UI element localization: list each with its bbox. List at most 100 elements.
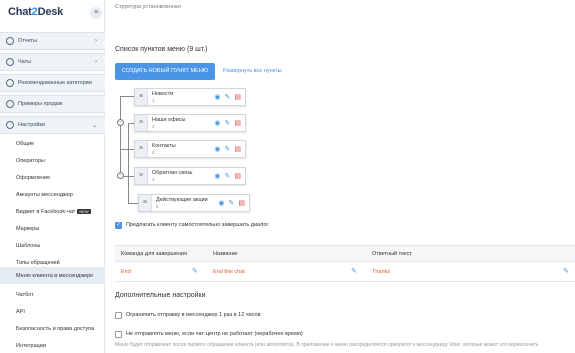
sidebar-item-api[interactable]: API [0, 303, 105, 320]
menu-item-name: Наши офисы [152, 116, 186, 123]
nav-group-label: Отчеты [18, 38, 38, 44]
menu-item-card[interactable]: ≡ Контакты 4 ◉ ✎ ▤ [134, 140, 246, 158]
sidebar-item-general[interactable]: Общие [0, 135, 105, 152]
menu-item-name: Контакты [152, 142, 176, 149]
tree-connector [128, 203, 138, 204]
menu-item-name: Новости [152, 90, 174, 97]
sidebar: Chat2Desk ≡ Отчеты › Чаты › Рекомендован… [0, 0, 105, 353]
sidebar-item-facebook-widget[interactable]: Виджет в Facebook-чат NEW [0, 203, 105, 220]
pencil-icon[interactable]: ✎ [225, 119, 231, 127]
column-header-name: Название [213, 251, 238, 257]
chevron-right-icon: › [95, 59, 97, 65]
sidebar-item-tags[interactable]: Маркеры [0, 220, 105, 237]
chart-icon [6, 100, 14, 108]
sidebar-item-integrations[interactable]: Интеграции [0, 337, 105, 353]
collapse-sidebar-button[interactable]: ≡ [90, 7, 102, 19]
suggest-end-dialog-label: Предлагать клиенту самостоятельно заверш… [126, 222, 269, 228]
cell-command: End [121, 269, 131, 275]
sidebar-item-client-menu[interactable]: Меню клиента в мессенджере [0, 267, 105, 284]
eye-icon[interactable]: ◉ [214, 93, 220, 101]
eye-icon[interactable]: ◉ [214, 119, 220, 127]
no-send-offhours-label: Не отправлять меню, если чат-центр не ра… [126, 331, 303, 337]
tree-connector [120, 149, 134, 150]
expand-all-link[interactable]: Развернуть все пункты [223, 68, 282, 74]
nav-group-chats[interactable]: Чаты › [0, 53, 105, 71]
pencil-icon[interactable]: ✎ [351, 267, 357, 275]
trash-icon[interactable]: ▤ [234, 93, 241, 101]
tree-connector [128, 123, 129, 203]
breadcrumb: Структура установленная [115, 4, 181, 10]
nav-group-label: Настройки [18, 122, 45, 128]
sidebar-item-appearance[interactable]: Оформление [0, 169, 105, 186]
nav-group-label: Рекомендованные категории [18, 80, 92, 86]
column-header-command: Команда для завершения [121, 251, 187, 257]
limit-send-checkbox[interactable] [115, 312, 122, 319]
tree-toggle-icon[interactable]: − [117, 172, 124, 179]
help-text: Меню будет отправлено после первого обра… [115, 342, 539, 348]
table-row: End ✎ End this chat ✎ Thanks ✎ [115, 262, 575, 282]
gear-icon [6, 121, 14, 129]
pencil-icon[interactable]: ✎ [225, 93, 231, 101]
column-header-reply: Ответный текст [372, 251, 412, 257]
sidebar-item-operators[interactable]: Операторы [0, 152, 105, 169]
eye-icon[interactable]: ◉ [214, 145, 220, 153]
drag-handle-icon[interactable]: ≡ [135, 141, 148, 157]
trash-icon[interactable]: ▤ [234, 172, 241, 180]
nav-group-label: Чаты [18, 59, 32, 65]
limit-send-label: Ограничить отправку в мессенджер 1 раз в… [126, 312, 261, 318]
star-icon [6, 79, 14, 87]
sidebar-item-templates[interactable]: Шаблоны [0, 237, 105, 254]
trash-icon[interactable]: ▤ [234, 119, 241, 127]
nav-group-label: Примеры продаж [18, 101, 63, 107]
clock-icon [6, 37, 14, 45]
no-send-offhours-checkbox[interactable] [115, 331, 122, 338]
tree-connector [120, 96, 134, 97]
app-window: Chat2Desk ≡ Отчеты › Чаты › Рекомендован… [0, 0, 575, 353]
menu-item-number: 4 [152, 176, 155, 182]
trash-icon[interactable]: ▤ [234, 145, 241, 153]
menu-item-number: 5 [156, 203, 159, 209]
commands-table-header: Команда для завершения Название Ответный… [115, 245, 575, 262]
drag-handle-icon[interactable]: ≡ [135, 168, 148, 184]
menu-item-number: 1 [152, 97, 155, 103]
tree-toggle-icon[interactable]: − [117, 119, 124, 126]
suggest-end-dialog-checkbox[interactable]: ✓ [115, 222, 122, 229]
extra-settings-title: Дополнительные настройки [115, 292, 206, 299]
sidebar-item-security[interactable]: Безопасность и права доступа [0, 320, 105, 337]
menu-list-title: Список пунктов меню (9 шт.) [115, 46, 208, 53]
nav-group-reports[interactable]: Отчеты › [0, 32, 105, 50]
drag-handle-icon[interactable]: ≡ [135, 89, 148, 105]
new-badge: NEW [77, 209, 91, 214]
cell-name: End this chat [213, 269, 245, 275]
pencil-icon[interactable]: ✎ [229, 199, 235, 207]
menu-item-card[interactable]: ≡ Действующие акции 5 ◉ ✎ ▤ [138, 194, 250, 212]
sidebar-item-chatbot[interactable]: Чатбот [0, 286, 105, 303]
eye-icon[interactable]: ◉ [214, 172, 220, 180]
chat-icon [6, 58, 14, 66]
drag-handle-icon[interactable]: ≡ [139, 195, 152, 211]
eye-icon[interactable]: ◉ [218, 199, 224, 207]
tree-connector [120, 96, 121, 176]
cell-reply: Thanks [372, 269, 391, 275]
drag-handle-icon[interactable]: ≡ [135, 115, 148, 131]
main-content: Структура установленная Список пунктов м… [115, 0, 575, 353]
menu-item-name: Действующие акции [156, 196, 208, 203]
pencil-icon[interactable]: ✎ [192, 267, 198, 275]
nav-group-recommended[interactable]: Рекомендованные категории [0, 74, 105, 92]
nav-group-settings[interactable]: Настройки ⌄ [0, 116, 105, 134]
pencil-icon[interactable]: ✎ [225, 145, 231, 153]
menu-item-number: 4 [152, 149, 155, 155]
chevron-down-icon: ⌄ [91, 122, 97, 129]
menu-item-card[interactable]: ≡ Обратная связь 4 ◉ ✎ ▤ [134, 167, 246, 185]
pencil-icon[interactable]: ✎ [563, 267, 569, 275]
chevron-right-icon: › [95, 38, 97, 44]
nav-group-sales[interactable]: Примеры продаж [0, 95, 105, 113]
create-menu-item-button[interactable]: Создать новый пункт меню [115, 63, 215, 80]
app-logo[interactable]: Chat2Desk [8, 6, 63, 18]
trash-icon[interactable]: ▤ [238, 199, 245, 207]
pencil-icon[interactable]: ✎ [225, 172, 231, 180]
menu-item-card[interactable]: ≡ Новости 1 ◉ ✎ ▤ [134, 88, 246, 106]
sidebar-item-messenger-accounts[interactable]: Аккаунты мессенджер [0, 186, 105, 203]
menu-item-card[interactable]: ≡ Наши офисы 2 ◉ ✎ ▤ [134, 114, 246, 132]
menu-item-number: 2 [152, 123, 155, 129]
